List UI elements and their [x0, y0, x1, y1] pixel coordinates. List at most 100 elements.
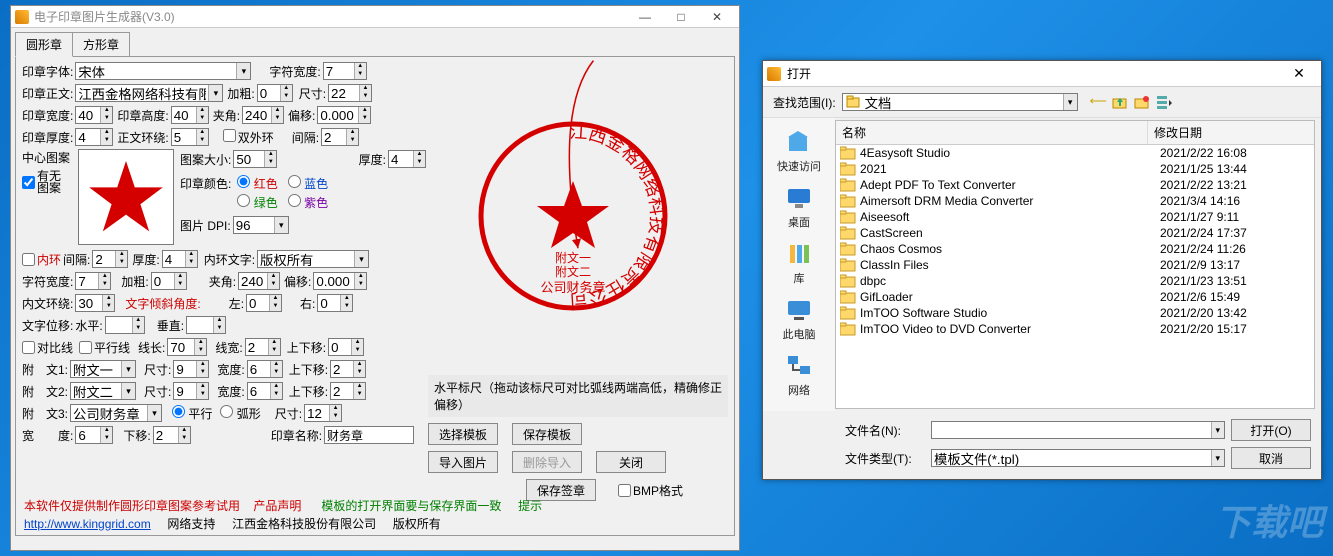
- label-charw2: 字符宽度:: [22, 273, 73, 290]
- open-dialog: 打开 ✕ 查找范围(I): ▾ ⟵ 快速访问 桌面 库 此电脑 网络 名称: [762, 60, 1322, 480]
- att2-w-spin[interactable]: ▲▼: [247, 382, 283, 400]
- att1-combo[interactable]: ▾: [70, 360, 136, 378]
- place-quick[interactable]: 快速访问: [777, 128, 821, 174]
- color-green[interactable]: 绿色: [237, 194, 277, 211]
- ud-spin[interactable]: ▲▼: [328, 338, 364, 356]
- att2-size-spin[interactable]: ▲▼: [173, 382, 209, 400]
- font-select[interactable]: ▾: [75, 62, 251, 80]
- voff-spin[interactable]: ▲▼: [186, 316, 226, 334]
- att1-w-spin[interactable]: ▲▼: [247, 360, 283, 378]
- open-button[interactable]: 打开(O): [1231, 419, 1311, 441]
- text-input[interactable]: ▾: [75, 84, 223, 102]
- maximize-button[interactable]: □: [663, 7, 699, 27]
- place-pc[interactable]: 此电脑: [783, 296, 816, 342]
- list-item[interactable]: ClassIn Files2021/2/9 13:17: [836, 257, 1314, 273]
- close-preview-button[interactable]: 关闭: [596, 451, 666, 473]
- down-spin[interactable]: ▲▼: [153, 426, 191, 444]
- charw-spin[interactable]: ▲▼: [323, 62, 367, 80]
- open-dialog-bottom: 文件名(N): ▾ 打开(O) 文件类型(T): ▾ 取消: [763, 411, 1321, 479]
- innergap-spin[interactable]: ▲▼: [92, 250, 128, 268]
- new-folder-icon[interactable]: [1134, 94, 1150, 110]
- place-desktop[interactable]: 桌面: [785, 184, 813, 230]
- inner-ring-checkbox[interactable]: [22, 253, 35, 266]
- bold2-spin[interactable]: ▲▼: [151, 272, 187, 290]
- color-purple[interactable]: 紫色: [288, 194, 328, 211]
- psize-spin[interactable]: ▲▼: [233, 150, 277, 168]
- list-item[interactable]: GifLoader2021/2/6 15:49: [836, 289, 1314, 305]
- view-menu-icon[interactable]: [1156, 94, 1172, 110]
- att1-ud-spin[interactable]: ▲▼: [330, 360, 366, 378]
- left-spin[interactable]: ▲▼: [246, 294, 282, 312]
- width-spin[interactable]: ▲▼: [75, 426, 113, 444]
- save-template-button[interactable]: 保存模板: [512, 423, 582, 445]
- sh-spin[interactable]: ▲▼: [171, 106, 209, 124]
- col-name[interactable]: 名称: [836, 121, 1148, 144]
- list-item[interactable]: ImTOO Video to DVD Converter2021/2/20 15…: [836, 321, 1314, 337]
- layout-parallel-radio[interactable]: 平行: [172, 405, 212, 422]
- list-item[interactable]: Chaos Cosmos2021/2/24 11:26: [836, 241, 1314, 257]
- list-item[interactable]: Adept PDF To Text Converter2021/2/22 13:…: [836, 177, 1314, 193]
- right-spin[interactable]: ▲▼: [317, 294, 353, 312]
- item-name: ClassIn Files: [860, 258, 1160, 272]
- choose-template-button[interactable]: 选择模板: [428, 423, 498, 445]
- back-icon[interactable]: ⟵: [1090, 94, 1106, 110]
- size-spin[interactable]: ▲▼: [328, 84, 372, 102]
- innerthick-spin[interactable]: ▲▼: [162, 250, 198, 268]
- att3-size-spin[interactable]: ▲▼: [304, 404, 342, 422]
- col-date[interactable]: 修改日期: [1148, 121, 1298, 144]
- lookin-combo[interactable]: ▾: [842, 93, 1078, 111]
- color-red[interactable]: 红色: [237, 175, 277, 192]
- att3-combo[interactable]: ▾: [70, 404, 162, 422]
- up-folder-icon[interactable]: [1112, 94, 1128, 110]
- sw-spin[interactable]: ▲▼: [75, 106, 113, 124]
- tab-round[interactable]: 圆形章: [15, 32, 73, 57]
- att2-ud-spin[interactable]: ▲▼: [330, 382, 366, 400]
- place-net[interactable]: 网络: [785, 352, 813, 398]
- wrap-spin[interactable]: ▲▼: [171, 128, 209, 146]
- gap-spin[interactable]: ▲▼: [321, 128, 359, 146]
- charw2-spin[interactable]: ▲▼: [75, 272, 111, 290]
- folder-icon: [840, 242, 856, 256]
- double-ring-checkbox[interactable]: [223, 129, 236, 142]
- parallel-checkbox[interactable]: [79, 341, 92, 354]
- list-item[interactable]: ImTOO Software Studio2021/2/20 13:42: [836, 305, 1314, 321]
- minimize-button[interactable]: —: [627, 7, 663, 27]
- filetype-combo[interactable]: ▾: [931, 449, 1225, 467]
- innerwrap-spin[interactable]: ▲▼: [75, 294, 115, 312]
- list-item[interactable]: Aimersoft DRM Media Converter2021/3/4 14…: [836, 193, 1314, 209]
- import-image-button[interactable]: 导入图片: [428, 451, 498, 473]
- file-rows[interactable]: 4Easysoft Studio2021/2/22 16:0820212021/…: [836, 145, 1314, 408]
- has-pattern-checkbox[interactable]: [22, 176, 35, 189]
- list-item[interactable]: 4Easysoft Studio2021/2/22 16:08: [836, 145, 1314, 161]
- stampname-input[interactable]: [324, 426, 414, 444]
- close-button[interactable]: ✕: [699, 7, 735, 27]
- delete-import-button[interactable]: 删除导入: [512, 451, 582, 473]
- cancel-button[interactable]: 取消: [1231, 447, 1311, 469]
- att2-combo[interactable]: ▾: [70, 382, 136, 400]
- color-blue[interactable]: 蓝色: [288, 175, 328, 192]
- filename-combo[interactable]: ▾: [931, 421, 1225, 439]
- list-item[interactable]: Aiseesoft2021/1/27 9:11: [836, 209, 1314, 225]
- diag-checkbox[interactable]: [22, 341, 35, 354]
- list-item[interactable]: CastScreen2021/2/24 17:37: [836, 225, 1314, 241]
- offset-spin[interactable]: ▲▼: [317, 106, 371, 124]
- list-item[interactable]: dbpc2021/1/23 13:51: [836, 273, 1314, 289]
- bold-spin[interactable]: ▲▼: [257, 84, 293, 102]
- footer-url[interactable]: http://www.kinggrid.com: [24, 517, 151, 531]
- thick-spin[interactable]: ▲▼: [75, 128, 113, 146]
- open-dialog-close-button[interactable]: ✕: [1281, 65, 1317, 82]
- tab-square[interactable]: 方形章: [72, 32, 130, 57]
- hoff-spin[interactable]: ▲▼: [105, 316, 145, 334]
- innertext-combo[interactable]: ▾: [257, 250, 369, 268]
- thick2-spin[interactable]: ▲▼: [388, 150, 426, 168]
- att1-size-spin[interactable]: ▲▼: [173, 360, 209, 378]
- angle2-spin[interactable]: ▲▼: [238, 272, 280, 290]
- linelen-spin[interactable]: ▲▼: [167, 338, 207, 356]
- layout-arc-radio[interactable]: 弧形: [220, 405, 260, 422]
- dpi-combo[interactable]: ▾: [233, 216, 289, 234]
- linew-spin[interactable]: ▲▼: [245, 338, 281, 356]
- list-item[interactable]: 20212021/1/25 13:44: [836, 161, 1314, 177]
- offset2-spin[interactable]: ▲▼: [313, 272, 367, 290]
- angle-spin[interactable]: ▲▼: [242, 106, 284, 124]
- place-lib[interactable]: 库: [785, 240, 813, 286]
